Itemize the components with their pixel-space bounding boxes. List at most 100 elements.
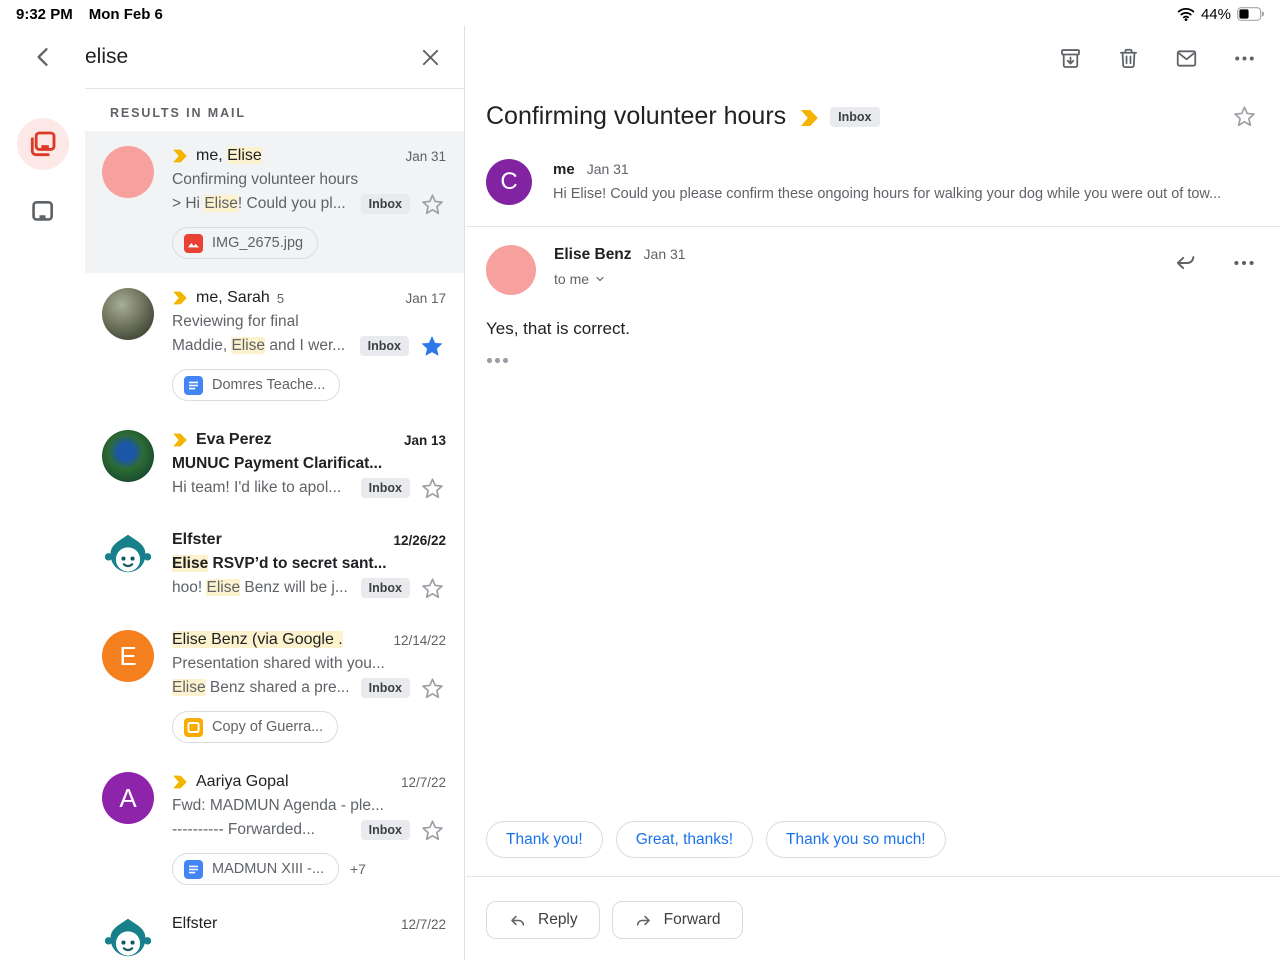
avatar[interactable] (102, 530, 154, 582)
star-button[interactable] (419, 817, 446, 844)
clear-search-icon[interactable] (418, 45, 443, 70)
inbox-label: Inbox (830, 106, 880, 127)
inbox-label: Inbox (360, 194, 410, 214)
importance-marker-icon (172, 432, 189, 448)
results-header: RESULTS IN MAIL (110, 106, 246, 120)
avatar[interactable] (102, 914, 154, 960)
avatar[interactable]: E (102, 630, 154, 682)
importance-marker-icon (799, 108, 821, 128)
attachment-extra-count: +7 (349, 861, 366, 877)
avatar[interactable] (102, 430, 154, 482)
conversation-subject: Confirming volunteer hours (486, 102, 787, 130)
star-button[interactable] (418, 332, 446, 360)
reply-button[interactable]: Reply (486, 901, 600, 939)
wifi-icon (1177, 7, 1195, 21)
mail-list-item[interactable]: me, Sarah 5 Jan 17 Reviewing for final Maddi… (85, 273, 464, 415)
inbox-label: Inbox (360, 478, 410, 498)
avatar (486, 245, 536, 295)
mail-list-item-content: Elfster 12/7/22 (172, 912, 446, 960)
message-date: Jan 31 (586, 161, 629, 177)
expanded-message-header[interactable]: Elise Benz Jan 31 to me (466, 227, 1280, 295)
avatar[interactable] (102, 288, 154, 340)
mail-list-item[interactable]: Elfster 12/26/22 Elise RSVP’d to secret sa… (85, 515, 464, 615)
attachment-chip[interactable]: Domres Teache... (172, 369, 341, 401)
mark-unread-icon[interactable] (1174, 46, 1199, 71)
chevron-down-icon (596, 276, 604, 282)
attachment-chip[interactable]: IMG_2675.jpg (172, 227, 319, 259)
attachment-chip[interactable]: Copy of Guerra... (172, 711, 339, 743)
back-button[interactable] (0, 45, 85, 69)
star-button[interactable] (419, 575, 446, 602)
subject: Fwd: MADMUN Agenda - ple... (172, 797, 384, 814)
snippet: > Hi Elise! Could you pl... (172, 195, 346, 212)
status-bar: 9:32 PM Mon Feb 6 44% (0, 0, 1280, 26)
thread-count: 5 (276, 290, 285, 306)
mail-list-item-content: Elfster 12/26/22 Elise RSVP’d to secret sa… (172, 528, 446, 601)
show-quoted-text-button[interactable] (487, 358, 1280, 363)
mail-list-item-content: me, Elise Jan 31 Confirming volunteer hour… (172, 144, 446, 259)
smart-reply-chip[interactable]: Great, thanks! (615, 821, 754, 858)
inbox-label: Inbox (359, 336, 409, 356)
attachment-chip[interactable]: MADMUN XIII -... (172, 853, 339, 885)
snippet: Elise Benz shared a pre... (172, 679, 350, 696)
reply-arrow-icon (511, 915, 525, 926)
avatar[interactable] (102, 146, 154, 198)
mail-list-item[interactable]: me, Elise Jan 31 Confirming volunteer hour… (85, 131, 464, 273)
snippet: Maddie, Elise and I wer... (172, 337, 346, 354)
mail-list-item-content: Eva Perez Jan 13 MUNUC Payment Clarificat.… (172, 428, 446, 501)
search-input[interactable]: elise (85, 45, 418, 69)
forward-button[interactable]: Forward (611, 901, 743, 939)
mail-list-item[interactable]: A Aariya Gopal 12/7/22 Fwd: MADMUN Agenda -… (85, 757, 464, 899)
search-results-pane: elise RESULTS IN MAIL me, Elise Jan 31 Con… (0, 26, 465, 960)
mail-tab[interactable] (16, 118, 69, 170)
mail-list-item[interactable]: Eva Perez Jan 13 MUNUC Payment Clarificat.… (85, 415, 464, 515)
conversation-star-button[interactable] (1231, 103, 1258, 130)
sender: Eva Perez (196, 431, 272, 448)
inbox-label: Inbox (360, 578, 410, 598)
more-icon[interactable] (1231, 250, 1257, 295)
collapsed-message[interactable]: C me Jan 31 Hi Elise! Could you please c… (466, 131, 1280, 205)
archive-icon[interactable] (1058, 46, 1083, 71)
star-button[interactable] (419, 675, 446, 702)
mail-list: me, Elise Jan 31 Confirming volunteer hour… (85, 131, 464, 960)
clock: 9:32 PM (16, 5, 73, 23)
star-button[interactable] (419, 475, 446, 502)
importance-marker-icon (172, 774, 189, 790)
date: Jan 31 (405, 148, 446, 164)
conversation-pane: Confirming volunteer hours Inbox C me Ja… (466, 26, 1280, 960)
mail-list-item[interactable]: E Elise Benz (via Google . 12/14/22 Present… (85, 615, 464, 757)
more-icon[interactable] (1232, 46, 1257, 71)
subject: Elise RSVP’d to secret sant... (172, 555, 387, 572)
mail-list-item-content: Elise Benz (via Google . 12/14/22 Presenta… (172, 628, 446, 743)
smart-reply-chip[interactable]: Thank you so much! (766, 821, 946, 858)
sender: me, Elise (196, 147, 262, 164)
subject: Confirming volunteer hours (172, 171, 359, 188)
recipient-details-toggle[interactable]: to me (554, 271, 686, 287)
message-sender: me (553, 161, 575, 178)
subject-row: Confirming volunteer hours Inbox (466, 71, 1280, 131)
inbox-label: Inbox (360, 678, 410, 698)
mail-list-item[interactable]: Elfster 12/7/22 (85, 899, 464, 960)
meet-tab-icon (28, 197, 57, 226)
reply-area: Thank you! Great, thanks! Thank you so muc… (466, 821, 1280, 960)
attachment-name: Copy of Guerra... (212, 719, 324, 735)
delete-icon[interactable] (1116, 46, 1141, 71)
star-button[interactable] (419, 191, 446, 218)
sender: me, Sarah (196, 289, 270, 306)
avatar[interactable]: A (102, 772, 154, 824)
sender: Elise Benz (via Google . (172, 631, 343, 648)
sender: Elfster (172, 531, 222, 548)
subject: Reviewing for final (172, 313, 299, 330)
snippet: hoo! Elise Benz will be j... (172, 579, 348, 596)
search-bar: elise (0, 26, 464, 88)
date: 12/26/22 (393, 532, 446, 548)
message-body: Yes, that is correct. (486, 319, 630, 338)
subject: MUNUC Payment Clarificat... (172, 455, 383, 472)
recipient: to me (554, 271, 590, 287)
attachment-name: MADMUN XIII -... (212, 861, 324, 877)
message-snippet: Hi Elise! Could you please confirm these… (553, 186, 1222, 202)
forward-arrow-icon (636, 915, 650, 926)
meet-tab[interactable] (28, 197, 57, 226)
reply-icon[interactable] (1172, 250, 1198, 295)
smart-reply-chip[interactable]: Thank you! (486, 821, 603, 858)
